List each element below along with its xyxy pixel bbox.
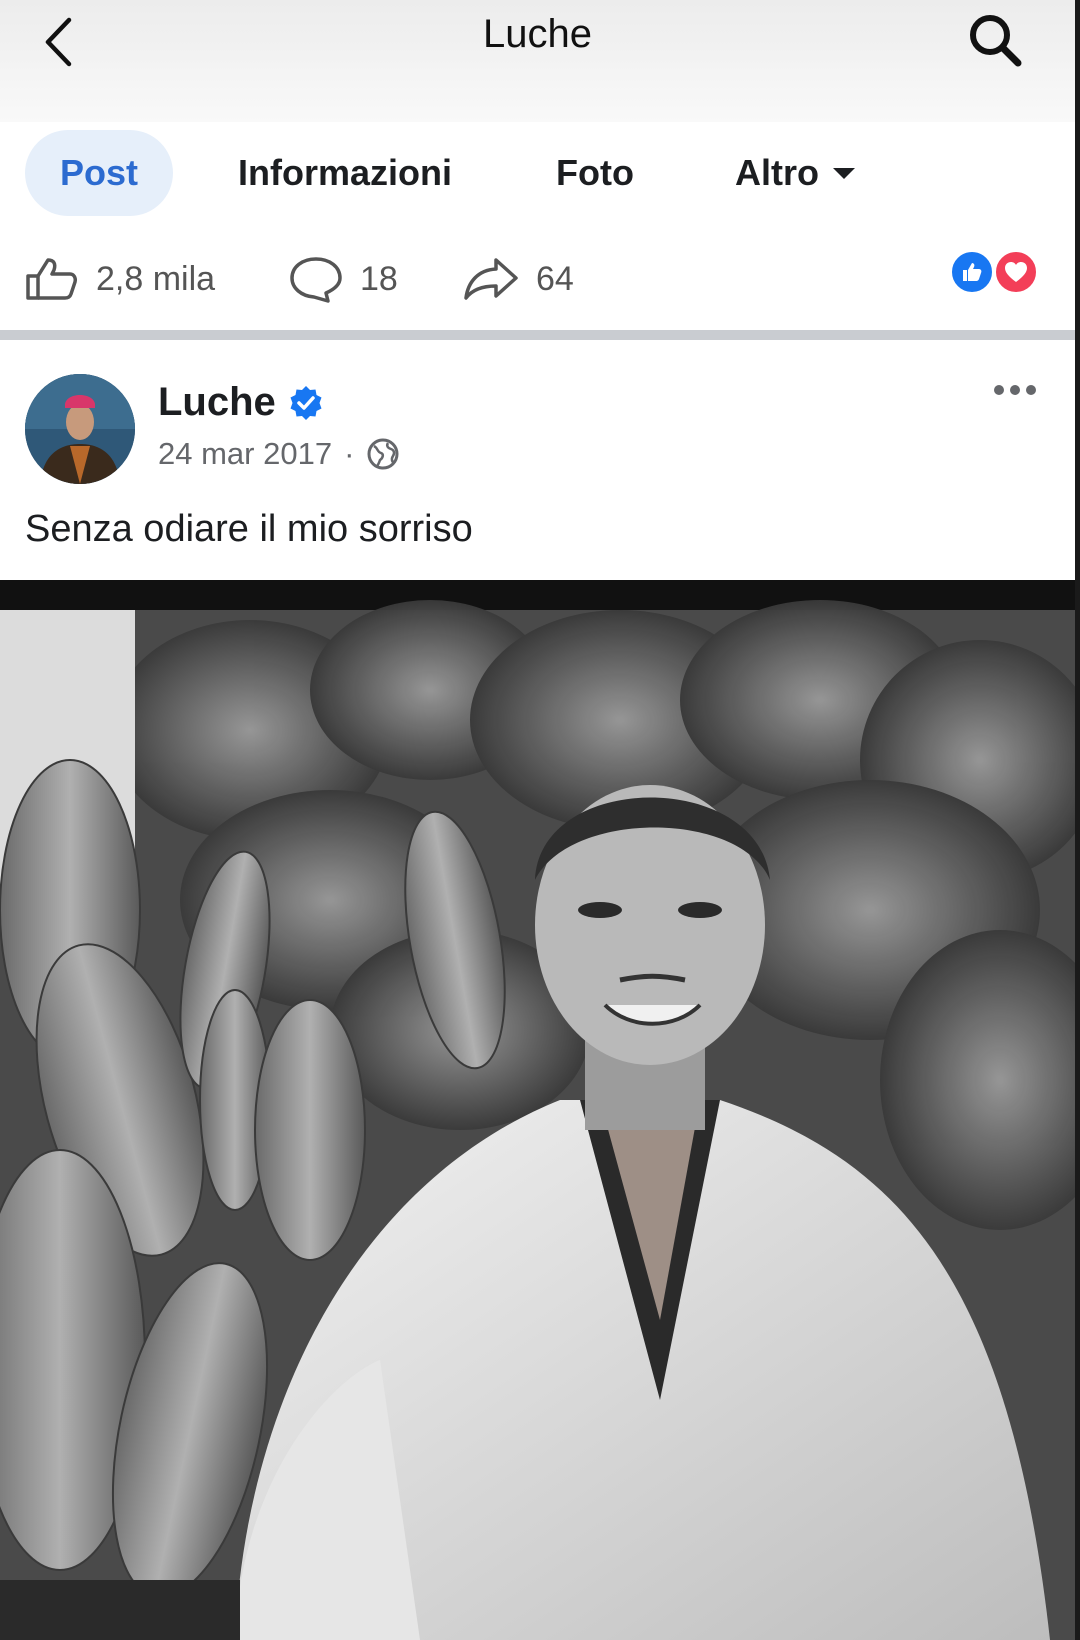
reactions-summary[interactable] [950,250,1046,296]
post-caption: Senza odiare il mio sorriso [25,508,473,550]
like-button[interactable]: 2,8 mila [24,254,215,304]
photo-image [0,580,1075,1640]
page-title: Luche [483,12,592,56]
share-icon [464,258,518,300]
screen-edge [1075,0,1080,1640]
comment-icon [290,257,342,303]
meta-separator: · [344,436,355,471]
post-card: Luche 24 mar 2017 · Senza odiare il mio … [0,340,1075,580]
tab-altro[interactable]: Altro [705,130,885,216]
back-arrow-icon [45,17,72,67]
post-meta: 24 mar 2017 · [158,436,400,472]
top-bar: Luche [0,0,1075,122]
tab-foto[interactable]: Foto [530,130,660,216]
verified-badge-icon [290,385,322,420]
share-button[interactable]: 64 [462,254,574,304]
comment-button[interactable]: 18 [288,254,398,304]
engagement-bar: 2,8 mila 18 64 [0,232,1075,332]
globe-icon [367,438,399,470]
caret-down-icon [833,167,855,179]
shares-count: 64 [536,259,574,298]
tab-altro-label: Altro [735,152,819,193]
back-button[interactable] [36,14,80,70]
more-dot-icon [1010,385,1020,395]
post-options-button[interactable] [985,370,1045,410]
tab-post[interactable]: Post [25,130,173,216]
author-name-label: Luche [158,380,276,424]
tab-foto-label: Foto [556,152,634,193]
tab-informazioni-label: Informazioni [238,152,452,193]
likes-count: 2,8 mila [96,259,216,298]
post-date[interactable]: 24 mar 2017 [158,436,332,472]
profile-tabs: Post Informazioni Foto Altro [0,122,1075,232]
like-reaction-icon [950,250,994,294]
tab-post-label: Post [59,152,138,193]
avatar-image [25,374,135,484]
avatar[interactable] [25,374,135,484]
comments-count: 18 [360,259,398,298]
section-divider [0,330,1075,340]
search-button[interactable] [960,8,1030,72]
thumbs-up-icon [26,258,77,300]
more-dot-icon [994,385,1004,395]
search-icon [970,15,1022,67]
app-screen: Luche Post Informazioni Foto Altro 2,8 m… [0,0,1075,1640]
more-dot-icon [1026,385,1036,395]
post-photo[interactable] [0,580,1075,1640]
tab-informazioni[interactable]: Informazioni [215,130,475,216]
love-reaction-icon [994,250,1038,294]
author-name[interactable]: Luche [158,380,324,425]
